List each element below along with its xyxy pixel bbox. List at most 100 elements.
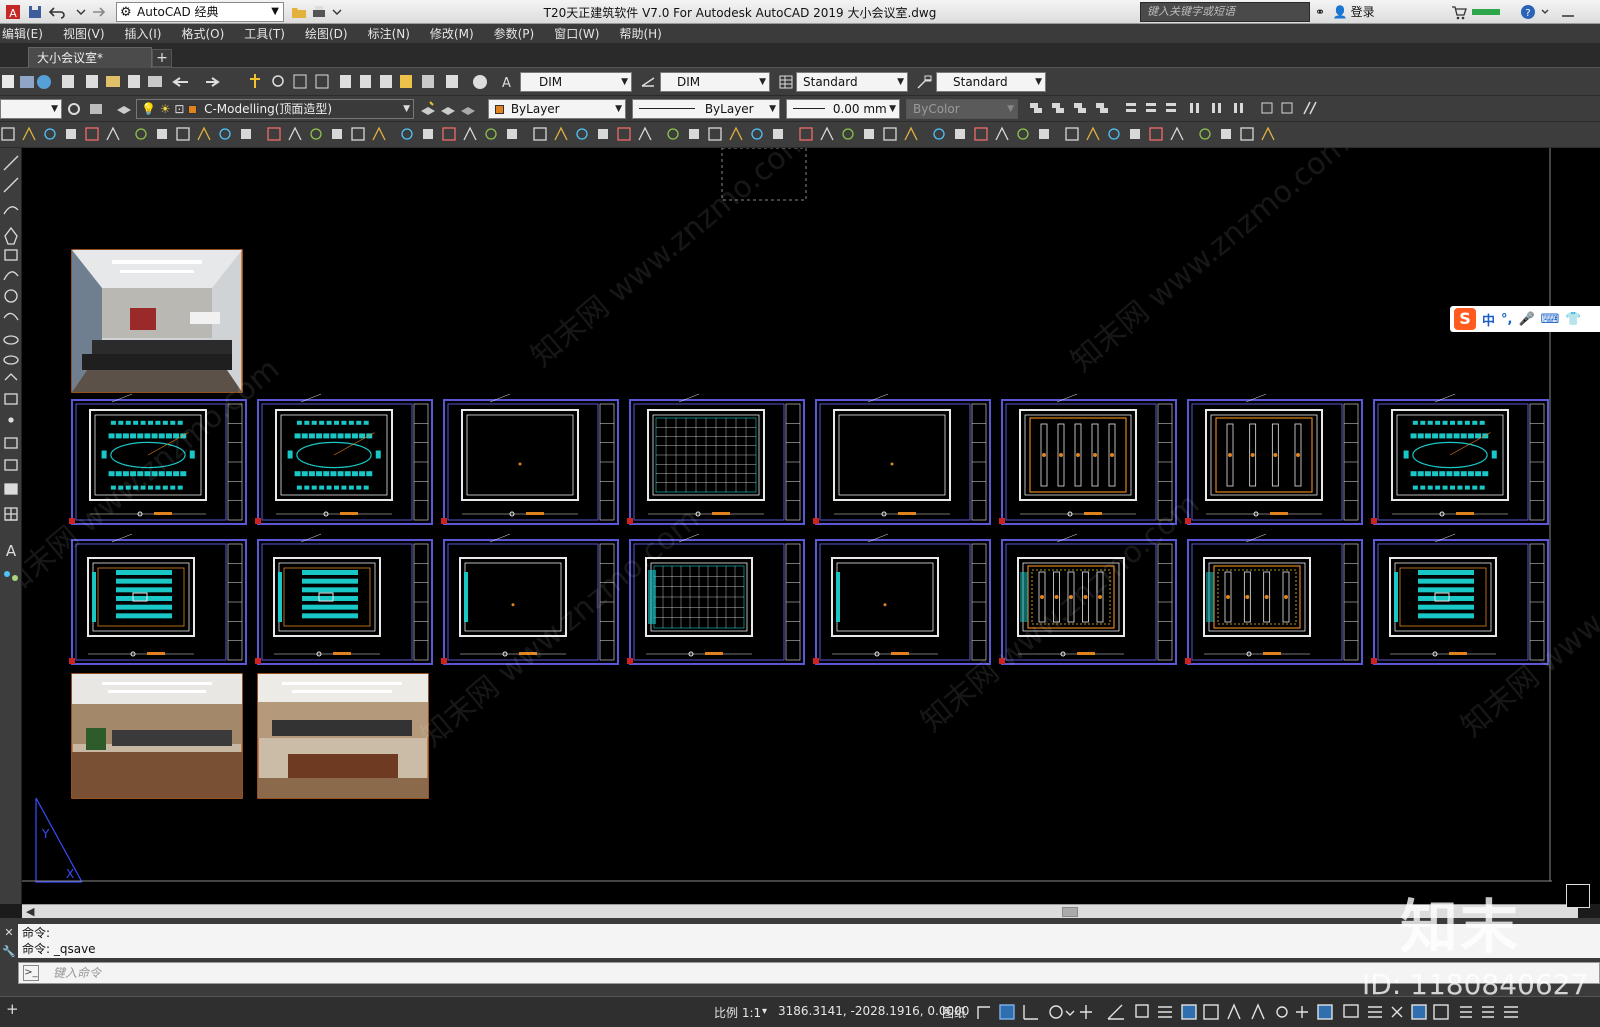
horizontal-scrollbar[interactable]: ◀ [22,904,1578,918]
tangent-tool-icons[interactable] [0,122,1290,148]
layer-previous-icon[interactable] [440,101,456,117]
svg-text:知末网 www.znzmo.com: 知末网 www.znzmo.com [525,148,816,374]
drawing-sheet-2-8 [1371,533,1549,665]
drawing-canvas[interactable]: Y X 知末网 www.znzmo.com 知末网 www.znzmo.com … [22,148,1600,904]
sheet-row-2 [69,533,1549,665]
microphone-icon[interactable]: 🎤 [1518,312,1534,327]
chevron-down-icon[interactable]: ▾ [762,1006,767,1017]
chevron-down-icon: ▼ [271,6,279,17]
close-icon[interactable]: ✕ [0,924,18,942]
command-window: ✕ 🔧 命令: 命令: _qsave >_ 键入命令 [0,918,1600,996]
svg-text:Y: Y [41,827,50,841]
paper-model-toggle[interactable]: 图纸 [942,1004,966,1021]
drawing-sheet-2-2 [255,533,433,665]
multileader-style-icon[interactable] [916,74,932,90]
ime-mode[interactable]: 中 [1482,310,1495,329]
menu-parametric[interactable]: 参数(P) [484,24,545,44]
layer-value: C-Modelling(顶面造型) [204,102,333,116]
connect-icon[interactable] [1472,9,1500,15]
svg-text:?: ? [1525,8,1530,19]
render-photo-conference-hall [71,673,243,799]
text-style-icon[interactable]: A [500,74,516,91]
binoculars-icon[interactable]: ⚭ [1315,5,1329,19]
punctuation-icon[interactable]: °, [1501,312,1512,327]
tab-document[interactable]: 大小会议室* [28,47,152,68]
layer-properties-icon[interactable] [88,101,104,117]
new-tab-button[interactable]: + [152,49,172,67]
workspace-label: AutoCAD 经典 [137,5,219,19]
drawing-sheet-2-1 [69,533,247,665]
layer-manager-icon[interactable] [116,101,132,117]
wrench-icon[interactable]: 🔧 [0,942,18,962]
open-folder-icon[interactable] [290,3,308,21]
tangent-toolbar [0,122,1600,148]
chevron-down-icon[interactable] [1541,9,1549,14]
undo-icon[interactable] [48,3,66,21]
help-search-input[interactable]: 键入关键字或短语 [1140,2,1310,22]
model-space-drawing[interactable]: Y X 知末网 www.znzmo.com 知末网 www.znzmo.com … [22,148,1600,904]
dim-style-select[interactable]: DIM ▼ [660,72,770,92]
lock-icon: ⊡ [174,102,185,116]
table-style-select[interactable]: Standard ▼ [796,72,908,92]
cart-icon[interactable] [1452,6,1467,20]
plot-icon[interactable] [310,3,328,21]
sogou-logo-icon[interactable]: S [1454,308,1476,330]
menu-draw[interactable]: 绘图(D) [295,24,358,44]
add-layout-icon[interactable]: + [6,1000,24,1020]
menu-format[interactable]: 格式(O) [171,24,234,44]
ime-toolbar[interactable]: S 中 °, 🎤 ⌨ 👕 [1450,306,1600,332]
menu-tools[interactable]: 工具(T) [234,24,295,44]
table-style-icon[interactable] [778,74,794,90]
draw-tool-icons[interactable]: A [0,148,22,588]
login-label[interactable]: 登录 [1351,5,1375,19]
menu-edit[interactable]: 编辑(E) [0,24,53,44]
drawing-sheet-1-5 [813,393,991,525]
menu-modify[interactable]: 修改(M) [420,24,484,44]
help-icon[interactable]: ? [1521,5,1535,19]
standard-tool-icons[interactable] [0,68,500,96]
coordinates-readout: 3186.3141, -2028.1916, 0.0000 [778,1004,970,1018]
chevron-down-icon: ▼ [403,104,410,114]
customize-quick-access-icon[interactable] [328,3,346,21]
ucs-icon: Y X [35,797,83,883]
drawing-sheet-1-4 [627,393,805,525]
dim-style-icon[interactable] [640,74,656,90]
svg-text:X: X [66,867,74,881]
linetype-select[interactable]: ByLayer ▼ [632,99,780,119]
lineweight-select[interactable]: 0.00 mm ▼ [786,99,900,119]
save-icon[interactable] [26,3,44,21]
multileader-style-select[interactable]: Standard ▼ [936,72,1046,92]
layer-match-icon[interactable] [460,101,476,117]
title-bar: A ⚙ AutoCAD 经典 ▼ T20天正建筑软件 V7.0 For Auto… [0,0,1600,24]
text-style-select[interactable]: DIM ▼ [520,72,632,92]
menu-bar: 编辑(E) 视图(V) 插入(I) 格式(O) 工具(T) 绘图(D) 标注(N) 修改(M)… [0,24,1600,44]
chevron-down-icon: ▼ [889,104,896,114]
table-style-value: Standard [803,75,858,89]
layer-state-select[interactable]: ▼ [0,99,62,119]
viewcube-corner[interactable] [1566,884,1590,908]
keyboard-icon[interactable]: ⌨ [1541,312,1560,327]
file-tab-bar: 大小会议室* + [0,44,1600,68]
lineweight-preview [793,108,825,109]
menu-view[interactable]: 视图(V) [53,24,115,44]
menu-window[interactable]: 窗口(W) [544,24,609,44]
app-menu-icon[interactable]: A [4,3,22,21]
command-prompt-icon[interactable]: >_ [23,965,39,981]
workspace-dropdown[interactable]: ⚙ AutoCAD 经典 ▼ [116,2,284,22]
redo-icon[interactable] [88,3,106,21]
skin-icon[interactable]: 👕 [1565,312,1581,327]
scrollbar-thumb[interactable] [1062,907,1078,917]
make-current-layer-icon[interactable] [420,101,436,117]
layer-select[interactable]: 💡 ☀ ⊡ C-Modelling(顶面造型) ▼ [136,99,414,119]
lineweight-value: 0.00 mm [832,102,887,116]
color-select[interactable]: ByLayer ▼ [488,99,626,119]
menu-insert[interactable]: 插入(I) [115,24,172,44]
chevron-left-icon[interactable]: ◀ [26,905,34,918]
menu-dimension[interactable]: 标注(N) [358,24,420,44]
draworder-tool-icons[interactable] [1026,96,1326,122]
login-area[interactable]: ⚭ 👤 登录 [1315,3,1375,21]
annotation-scale[interactable]: 比例 1:1 [714,1004,761,1021]
status-toggle-icons[interactable] [972,997,1600,1027]
menu-help[interactable]: 帮助(H) [609,24,671,44]
gear-icon[interactable] [66,101,82,117]
